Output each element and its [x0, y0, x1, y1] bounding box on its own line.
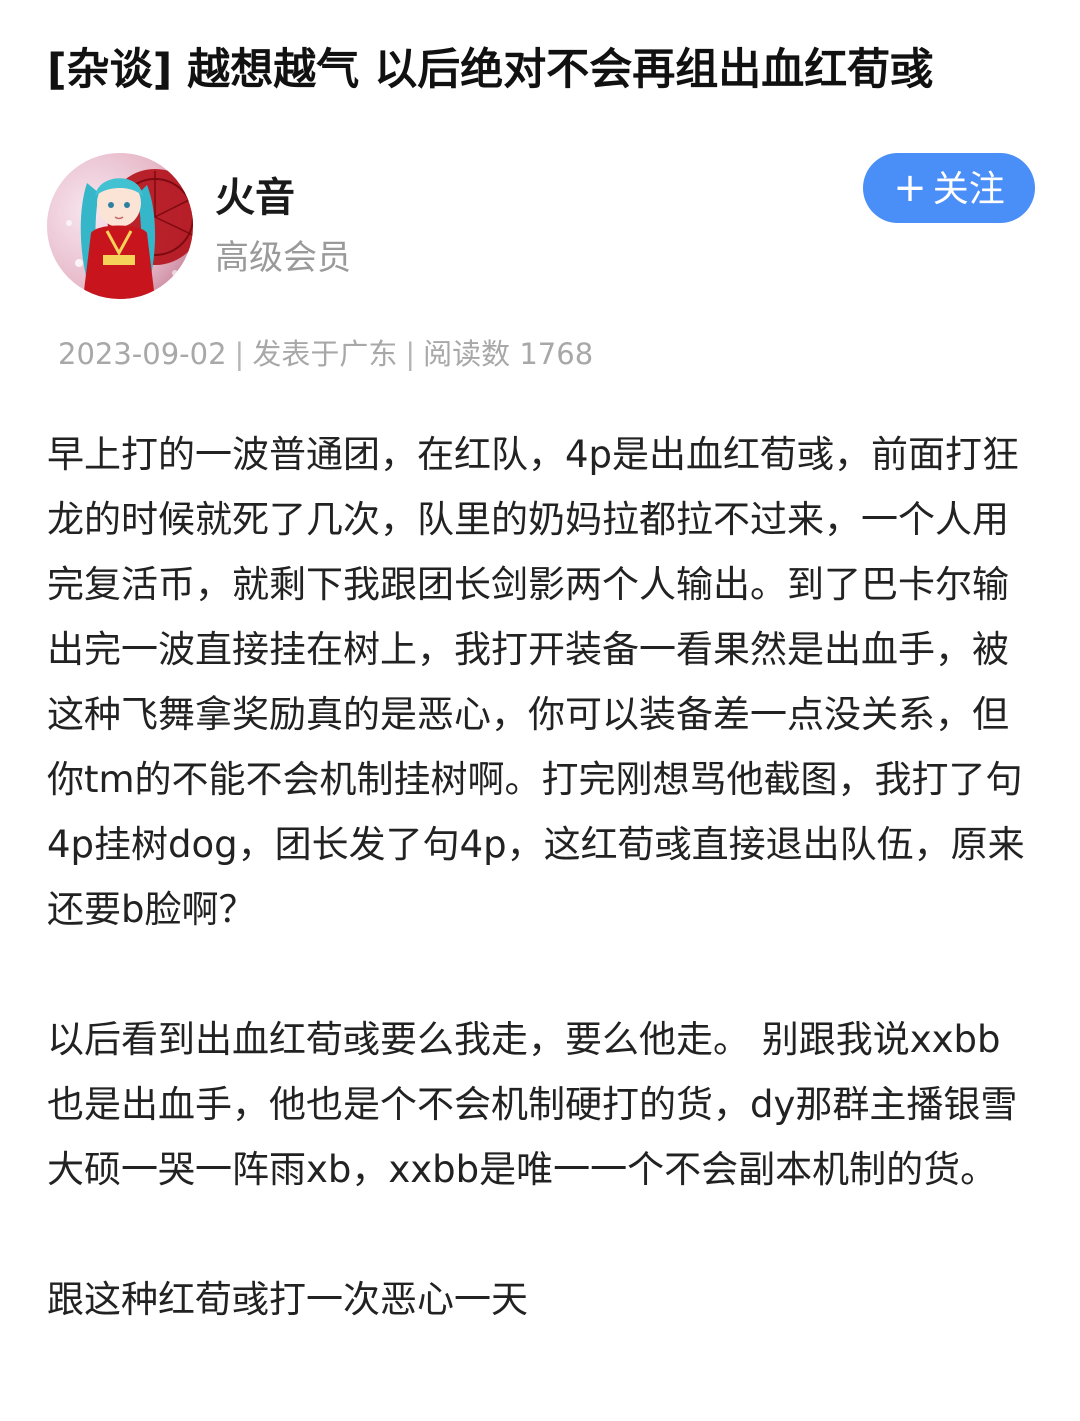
author-name[interactable]: 火音	[215, 173, 295, 223]
post-location: 发表于广东	[252, 337, 398, 371]
content-paragraph: 早上打的一波普通团，在红队，4p是出血红荀彧，前面打狂龙的时候就死了几次，队里的…	[47, 433, 1025, 931]
author-rank-badge: 高级会员	[215, 238, 351, 278]
meta-separator: |	[234, 337, 245, 371]
meta-separator: |	[405, 337, 416, 371]
post-content: 早上打的一波普通团，在红队，4p是出血红荀彧，前面打狂龙的时候就死了几次，队里的…	[47, 422, 1037, 1332]
avatar-anime-girl-icon	[47, 153, 193, 299]
post-title: [杂谈] 越想越气 以后绝对不会再组出血红荀彧	[47, 45, 934, 95]
content-paragraph: 以后看到出血红荀彧要么我走，要么他走。 别跟我说xxbb也是出血手，他也是个不会…	[47, 1018, 1018, 1191]
plus-icon: +	[893, 165, 927, 211]
post-meta: 2023-09-02 | 发表于广东 | 阅读数 1768	[58, 332, 593, 376]
post-date: 2023-09-02	[58, 337, 227, 371]
content-paragraph: 跟这种红荀彧打一次恶心一天	[47, 1278, 528, 1321]
follow-button-label: 关注	[932, 169, 1005, 210]
follow-button[interactable]: + 关注	[863, 153, 1035, 223]
author-avatar[interactable]	[47, 153, 193, 299]
author-card: 火音 高级会员 + 关注	[47, 153, 1037, 303]
read-count: 阅读数 1768	[423, 337, 594, 371]
